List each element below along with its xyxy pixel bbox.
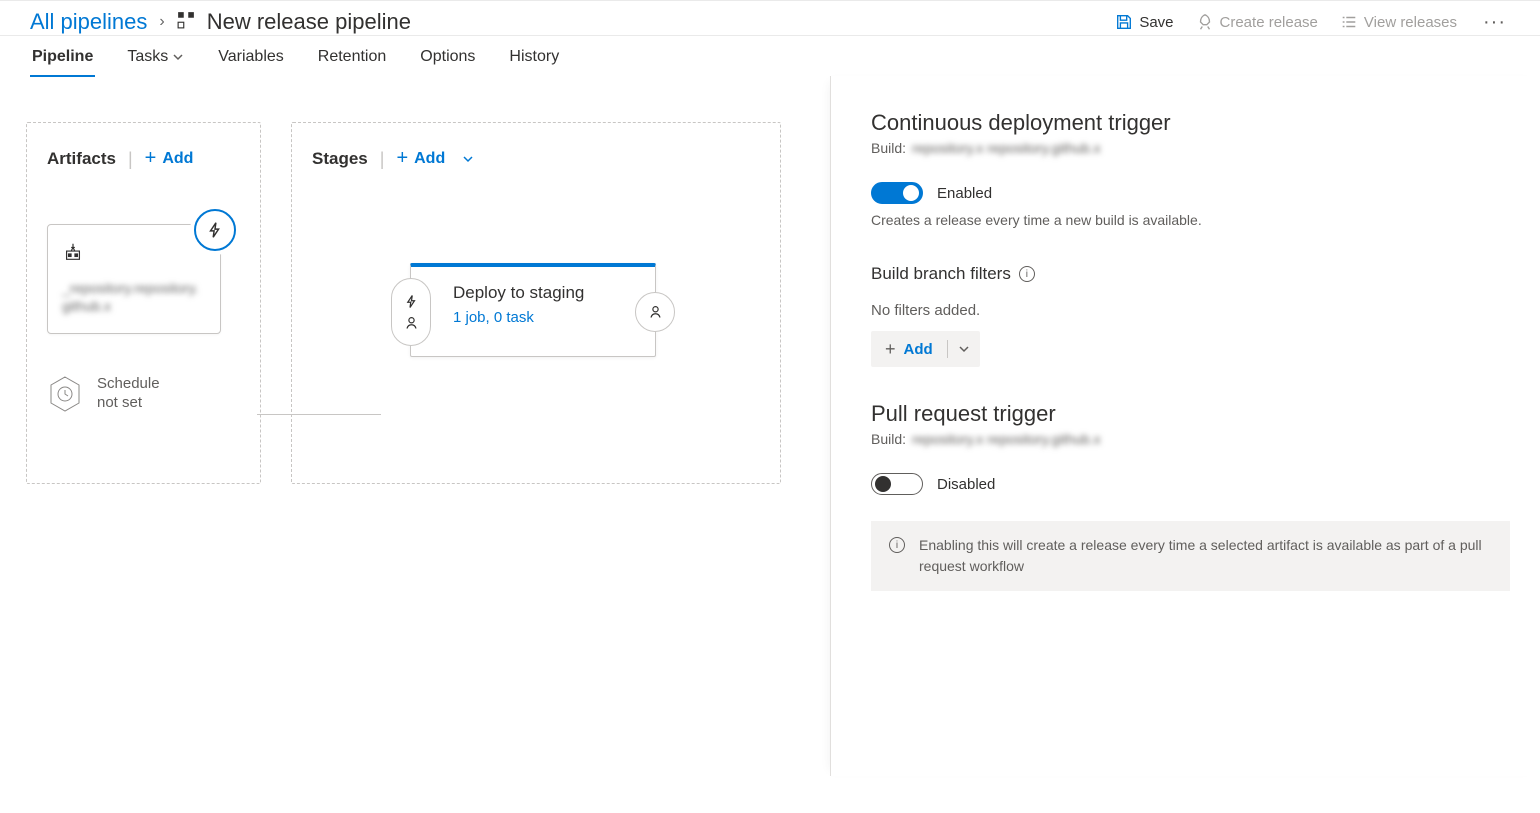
chevron-down-icon	[462, 153, 474, 165]
plus-icon: +	[145, 147, 157, 170]
add-stage-button[interactable]: +Add	[396, 147, 473, 170]
pr-trigger-title: Pull request trigger	[871, 401, 1510, 427]
add-filter-split-button: +Add	[871, 331, 980, 367]
tab-history[interactable]: History	[507, 48, 561, 76]
canvas: Artifacts | +Add _repository.repository.…	[0, 76, 830, 776]
build-label: Build:	[871, 140, 906, 156]
breadcrumb-root[interactable]: All pipelines	[30, 9, 147, 35]
tab-tasks[interactable]: Tasks	[125, 48, 186, 76]
cd-toggle-state: Enabled	[937, 185, 992, 202]
artifacts-title: Artifacts	[47, 149, 116, 169]
branch-filters-title: Build branch filters	[871, 264, 1011, 284]
view-releases-button: View releases	[1340, 13, 1457, 31]
tab-retention[interactable]: Retention	[316, 48, 389, 76]
pr-info-box: i Enabling this will create a release ev…	[871, 521, 1510, 591]
pr-build-value: repository.x repository.github.x	[912, 431, 1101, 447]
header-bar: All pipelines › New release pipeline Sav…	[0, 0, 1540, 36]
artifact-card[interactable]: _repository.repository.github.x	[47, 224, 221, 334]
chevron-down-icon	[958, 343, 970, 355]
plus-icon: +	[885, 339, 896, 360]
pipeline-icon	[177, 11, 195, 34]
create-release-button: Create release	[1196, 13, 1318, 31]
add-artifact-button[interactable]: +Add	[145, 147, 194, 170]
stages-title: Stages	[312, 149, 368, 169]
list-icon	[1340, 13, 1358, 31]
tab-options[interactable]: Options	[418, 48, 477, 76]
post-deploy-conditions[interactable]	[635, 292, 675, 332]
build-value: repository.x repository.github.x	[912, 140, 1101, 156]
person-icon	[648, 304, 663, 319]
no-filters-text: No filters added.	[871, 302, 1510, 319]
save-button[interactable]: Save	[1115, 13, 1173, 31]
add-filter-dropdown[interactable]	[948, 331, 980, 367]
more-actions-icon[interactable]: ···	[1479, 11, 1510, 34]
side-panel: Continuous deployment trigger Build: rep…	[830, 76, 1540, 776]
tab-pipeline[interactable]: Pipeline	[30, 48, 95, 76]
build-icon	[62, 241, 206, 269]
plus-icon: +	[396, 147, 408, 170]
cd-trigger-desc: Creates a release every time a new build…	[871, 212, 1510, 228]
tab-variables[interactable]: Variables	[216, 48, 286, 76]
info-icon: i	[889, 537, 905, 553]
schedule-status[interactable]: Schedule not set	[47, 374, 240, 414]
rocket-icon	[1196, 13, 1214, 31]
pr-info-text: Enabling this will create a release ever…	[919, 535, 1492, 577]
artifacts-group: Artifacts | +Add _repository.repository.…	[26, 122, 261, 484]
tabs: Pipeline Tasks Variables Retention Optio…	[0, 36, 1540, 76]
add-filter-button[interactable]: +Add	[871, 331, 947, 367]
lightning-icon	[404, 294, 419, 309]
clock-hex-icon	[47, 374, 83, 414]
stage-name: Deploy to staging	[453, 283, 633, 303]
chevron-down-icon	[172, 51, 184, 63]
pr-trigger-toggle[interactable]	[871, 473, 923, 495]
save-icon	[1115, 13, 1133, 31]
pre-deploy-conditions[interactable]	[391, 278, 431, 346]
artifact-name: _repository.repository.github.x	[62, 279, 206, 315]
info-icon[interactable]: i	[1019, 266, 1035, 282]
cd-trigger-badge[interactable]	[194, 209, 236, 251]
person-icon	[404, 315, 419, 330]
lightning-icon	[206, 221, 224, 239]
pr-toggle-state: Disabled	[937, 476, 995, 493]
stage-summary[interactable]: 1 job, 0 task	[453, 309, 633, 326]
page-title: New release pipeline	[207, 9, 411, 35]
cd-trigger-toggle[interactable]	[871, 182, 923, 204]
cd-trigger-title: Continuous deployment trigger	[871, 110, 1510, 136]
stages-group: Stages | +Add Deploy to staging 1 job, 0…	[291, 122, 781, 484]
stage-card[interactable]: Deploy to staging 1 job, 0 task	[410, 263, 656, 357]
chevron-right-icon: ›	[159, 13, 164, 31]
pr-build-label: Build:	[871, 431, 906, 447]
